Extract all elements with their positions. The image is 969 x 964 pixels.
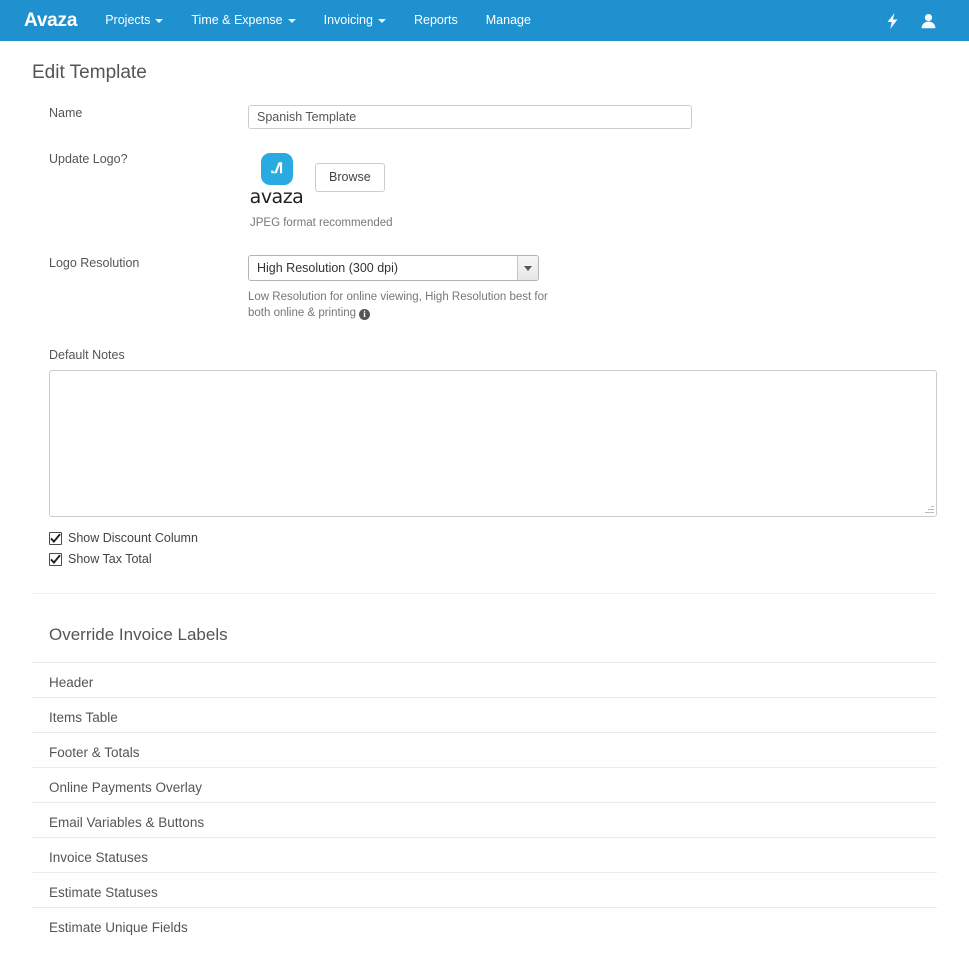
nav-item-time-expense-label: Time & Expense: [191, 0, 282, 41]
accordion-row-footer-totals[interactable]: Footer & Totals: [32, 732, 937, 767]
override-invoice-labels-accordion: Header Items Table Footer & Totals Onlin…: [16, 662, 953, 942]
nav-item-projects-label: Projects: [105, 0, 150, 41]
form-row-default-notes: Default Notes: [16, 347, 953, 517]
chevron-down-icon: [378, 19, 386, 23]
page-container: Edit Template Name Update Logo?: [0, 41, 969, 942]
nav-item-manage[interactable]: Manage: [472, 0, 545, 41]
accordion-row-invoice-statuses[interactable]: Invoice Statuses: [32, 837, 937, 872]
form-row-name: Name: [16, 105, 953, 129]
logo-resolution-hint-line1: Low Resolution for online viewing, High …: [248, 291, 506, 303]
logo-resolution-field-wrap: High Resolution (300 dpi) Low Resolution…: [248, 255, 953, 321]
accordion-row-header[interactable]: Header: [32, 662, 937, 697]
nav-item-projects[interactable]: Projects: [91, 0, 177, 41]
accordion-row-estimate-unique-fields[interactable]: Estimate Unique Fields: [32, 907, 937, 942]
info-icon[interactable]: i: [359, 309, 370, 320]
show-tax-total-checkbox[interactable]: [49, 553, 62, 566]
nav-menu: Projects Time & Expense Invoicing Report…: [91, 0, 545, 41]
logo-wordmark: avaza: [248, 187, 305, 207]
checkbox-row-show-tax-total[interactable]: Show Tax Total: [49, 552, 953, 566]
logo-resolution-select[interactable]: High Resolution (300 dpi): [248, 255, 539, 281]
accordion-row-email-variables-buttons[interactable]: Email Variables & Buttons: [32, 802, 937, 837]
nav-item-time-expense[interactable]: Time & Expense: [177, 0, 309, 41]
user-icon[interactable]: [917, 0, 939, 41]
chevron-down-icon: [288, 19, 296, 23]
logo-preview: avaza: [248, 151, 305, 207]
show-discount-column-label: Show Discount Column: [68, 531, 198, 545]
form-row-update-logo: Update Logo? avaza Browse: [16, 151, 953, 231]
show-discount-column-checkbox[interactable]: [49, 532, 62, 545]
browse-button[interactable]: Browse: [315, 163, 385, 192]
update-logo-label: Update Logo?: [16, 151, 248, 167]
override-invoice-labels-title: Override Invoice Labels: [16, 594, 953, 646]
edit-template-form: Name Update Logo?: [16, 105, 953, 566]
default-notes-wrap: [16, 370, 953, 517]
name-label: Name: [16, 105, 248, 121]
logo-preview-block: avaza Browse: [248, 151, 953, 207]
default-notes-label: Default Notes: [16, 347, 953, 363]
avaza-logo-icon: [261, 153, 293, 185]
form-row-logo-resolution: Logo Resolution High Resolution (300 dpi…: [16, 255, 953, 321]
accordion-row-online-payments-overlay[interactable]: Online Payments Overlay: [32, 767, 937, 802]
logo-resolution-label: Logo Resolution: [16, 255, 248, 271]
nav-item-invoicing-label: Invoicing: [324, 0, 373, 41]
default-notes-textarea[interactable]: [49, 370, 937, 517]
navbar-right-actions: [881, 0, 955, 41]
page-title: Edit Template: [16, 41, 953, 85]
nav-item-invoicing[interactable]: Invoicing: [310, 0, 400, 41]
chevron-down-icon: [155, 19, 163, 23]
logo-format-hint: JPEG format recommended: [248, 215, 953, 231]
accordion-row-items-table[interactable]: Items Table: [32, 697, 937, 732]
logo-field-wrap: avaza Browse JPEG format recommended: [248, 151, 953, 231]
top-navbar: Avaza Projects Time & Expense Invoicing …: [0, 0, 969, 41]
checkbox-row-show-discount-column[interactable]: Show Discount Column: [49, 531, 953, 545]
nav-item-reports-label: Reports: [414, 0, 458, 41]
name-input[interactable]: [248, 105, 692, 129]
show-tax-total-label: Show Tax Total: [68, 552, 152, 566]
logo-resolution-hint: Low Resolution for online viewing, High …: [248, 289, 548, 321]
accordion-row-estimate-statuses[interactable]: Estimate Statuses: [32, 872, 937, 907]
logo-resolution-selected-value[interactable]: High Resolution (300 dpi): [248, 255, 539, 281]
bolt-icon[interactable]: [881, 0, 903, 41]
nav-item-manage-label: Manage: [486, 0, 531, 41]
template-options: Show Discount Column Show Tax Total: [16, 517, 953, 566]
nav-item-reports[interactable]: Reports: [400, 0, 472, 41]
brand-logo[interactable]: Avaza: [0, 0, 91, 41]
chevron-down-icon[interactable]: [517, 256, 538, 280]
name-field-wrap: [248, 105, 953, 129]
